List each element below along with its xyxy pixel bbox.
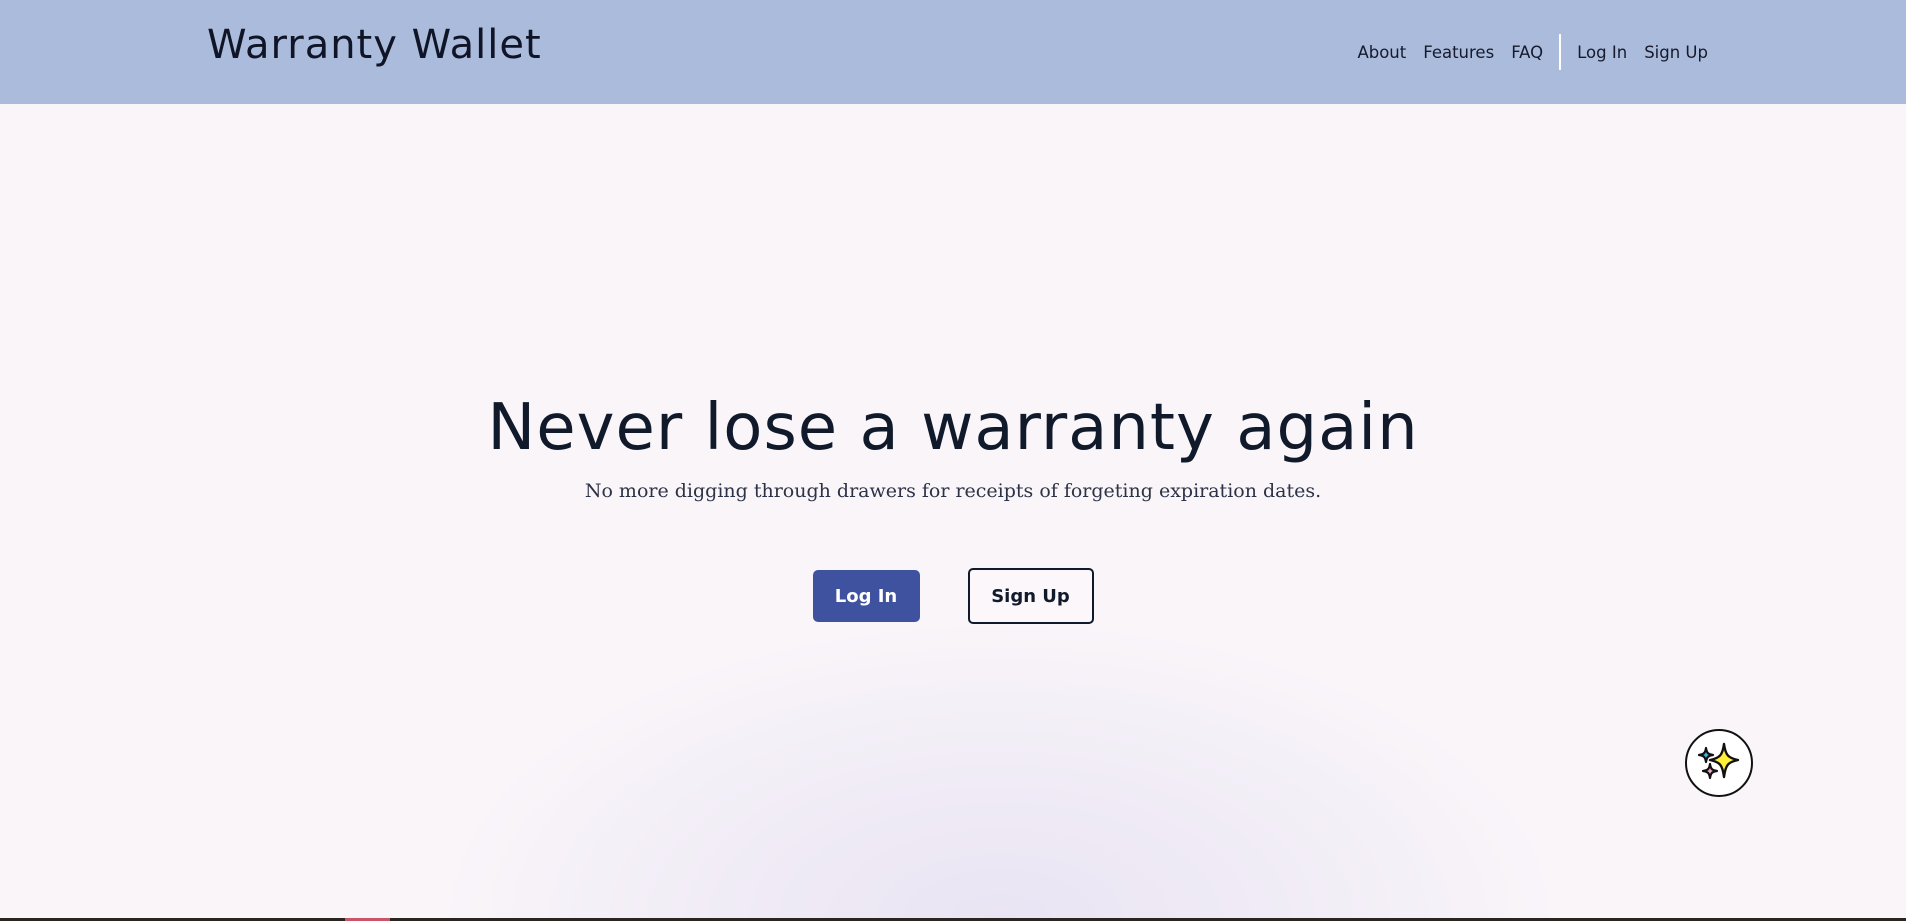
hero-title: Never lose a warranty again	[487, 391, 1419, 465]
brand-logo-text[interactable]: Warranty Wallet	[207, 22, 542, 68]
login-button[interactable]: Log In	[812, 570, 920, 622]
nav-link-faq[interactable]: FAQ	[1511, 43, 1543, 62]
sparkles-icon	[1697, 742, 1740, 780]
nav-divider	[1559, 34, 1562, 70]
hero-section: Never lose a warranty again No more digg…	[0, 388, 1906, 502]
hero-subtitle: No more digging through drawers for rece…	[584, 480, 1322, 502]
signup-button[interactable]: Sign Up	[967, 568, 1094, 624]
nav-link-signup[interactable]: Sign Up	[1644, 43, 1708, 62]
nav-link-login[interactable]: Log In	[1577, 43, 1627, 62]
hero-buttons: Log In Sign Up	[0, 568, 1906, 624]
assistant-button[interactable]	[1685, 729, 1753, 797]
nav-link-about[interactable]: About	[1357, 43, 1406, 62]
top-nav: About Features FAQ Log In Sign Up	[1357, 34, 1708, 70]
nav-link-features[interactable]: Features	[1423, 43, 1494, 62]
navbar: Warranty Wallet About Features FAQ Log I…	[0, 0, 1906, 104]
